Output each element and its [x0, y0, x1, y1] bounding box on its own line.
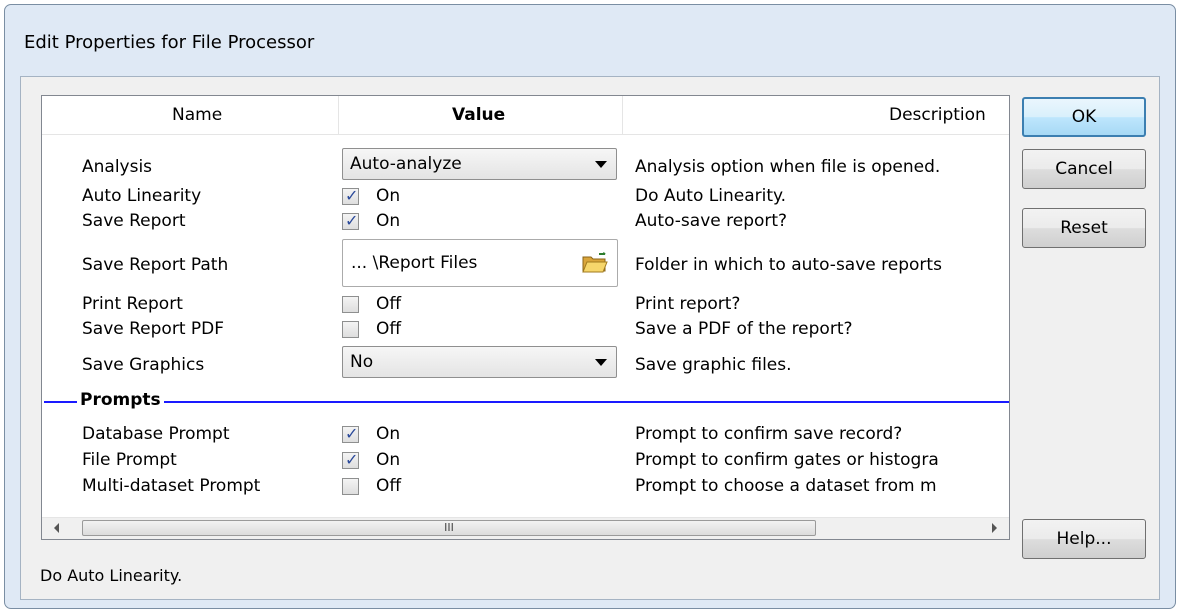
property-grid[interactable]: Name Value Description Analysis Auto-ana… [41, 95, 1010, 540]
folder-open-icon[interactable] [581, 252, 609, 274]
combo-value: Auto-analyze [350, 154, 462, 174]
row-description: Auto-save report? [635, 211, 788, 231]
checkbox-label: On [376, 211, 401, 231]
row-description: Print report? [635, 294, 741, 314]
save-graphics-combo[interactable]: No [342, 346, 617, 378]
multi-dataset-prompt-checkbox[interactable] [342, 478, 359, 495]
checkbox-label: Off [376, 319, 402, 339]
checkmark-icon: ✓ [345, 211, 359, 230]
help-button[interactable]: Help... [1022, 519, 1146, 559]
row-description: Folder in which to auto-save reports [635, 255, 942, 275]
row-description: Save graphic files. [635, 355, 792, 375]
scroll-right-icon[interactable] [992, 523, 997, 533]
checkmark-icon: ✓ [345, 186, 359, 205]
chevron-down-icon [595, 161, 607, 168]
row-description: Analysis option when file is opened. [635, 157, 941, 177]
header-divider[interactable] [338, 96, 339, 134]
save-report-pdf-checkbox[interactable] [342, 321, 359, 338]
save-report-checkbox[interactable]: ✓ [342, 211, 359, 230]
ok-button[interactable]: OK [1022, 97, 1146, 137]
horizontal-scrollbar[interactable]: III [42, 517, 1009, 539]
row-name: Database Prompt [82, 424, 230, 444]
checkbox-label: On [376, 450, 401, 470]
row-description: Prompt to choose a dataset from m [635, 476, 937, 496]
row-name: Save Report PDF [82, 319, 225, 339]
row-name: Save Report Path [82, 255, 229, 275]
chevron-down-icon [595, 359, 607, 366]
cancel-button[interactable]: Cancel [1022, 149, 1146, 189]
dialog-title: Edit Properties for File Processor [24, 32, 315, 53]
row-description: Prompt to confirm save record? [635, 424, 903, 444]
header-value[interactable]: Value [452, 96, 505, 134]
file-prompt-checkbox[interactable]: ✓ [342, 450, 359, 469]
auto-linearity-checkbox[interactable]: ✓ [342, 186, 359, 205]
section-title-prompts[interactable]: Prompts [77, 390, 164, 410]
row-name: Auto Linearity [82, 186, 202, 206]
row-name: Print Report [82, 294, 183, 314]
print-report-checkbox[interactable] [342, 296, 359, 313]
report-path-field[interactable]: ... \Report Files [342, 239, 618, 287]
combo-value: No [350, 352, 374, 372]
row-name: Save Graphics [82, 355, 205, 375]
scrollbar-thumb[interactable]: III [82, 520, 816, 536]
dialog-window: Edit Properties for File Processor Name … [4, 4, 1176, 609]
status-text: Do Auto Linearity. [40, 566, 183, 585]
header-description[interactable]: Description [889, 96, 986, 134]
row-name: Multi-dataset Prompt [82, 476, 261, 496]
checkbox-label: Off [376, 294, 402, 314]
scroll-left-icon[interactable] [54, 523, 59, 533]
checkbox-label: Off [376, 476, 402, 496]
row-name: File Prompt [82, 450, 177, 470]
checkbox-label: On [376, 186, 401, 206]
row-name: Analysis [82, 157, 153, 177]
grid-header: Name Value Description [42, 96, 1009, 135]
row-description: Do Auto Linearity. [635, 186, 787, 206]
row-description: Save a PDF of the report? [635, 319, 853, 339]
header-name[interactable]: Name [172, 96, 222, 134]
reset-button[interactable]: Reset [1022, 208, 1146, 248]
checkmark-icon: ✓ [345, 424, 359, 443]
database-prompt-checkbox[interactable]: ✓ [342, 424, 359, 443]
path-value: ... \Report Files [351, 253, 478, 273]
row-name: Save Report [82, 211, 186, 231]
row-description: Prompt to confirm gates or histogra [635, 450, 939, 470]
dialog-client: Name Value Description Analysis Auto-ana… [20, 76, 1160, 600]
section-divider [44, 401, 1009, 403]
checkbox-label: On [376, 424, 401, 444]
header-divider[interactable] [622, 96, 623, 134]
analysis-combo[interactable]: Auto-analyze [342, 148, 617, 180]
checkmark-icon: ✓ [345, 450, 359, 469]
grip-icon: III [444, 521, 454, 534]
